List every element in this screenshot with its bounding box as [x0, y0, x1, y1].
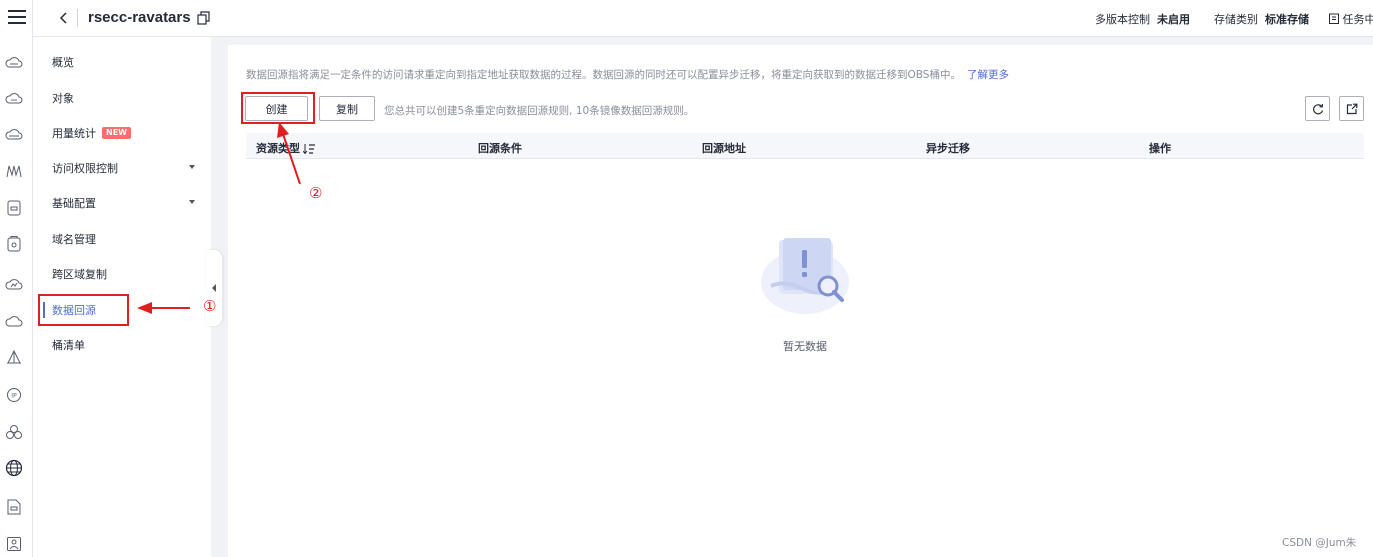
annotation-marker-2: ② [309, 184, 323, 202]
description-text: 数据回源指将满足一定条件的访问请求重定向到指定地址获取数据的过程。数据回源的同时… [246, 69, 961, 81]
sidebar-item-basic-config[interactable]: 基础配置 [33, 188, 211, 218]
top-header: rsecc-ravatars 多版本控制 未启用 存储类别 标准存储 任务中 [33, 0, 1373, 37]
tasks-label: 任务中 [1342, 13, 1373, 26]
tasks-link[interactable]: 任务中 [1329, 11, 1373, 27]
chevron-left-icon [212, 284, 216, 292]
clipboard-icon [1329, 13, 1339, 24]
sidebar-item-label: 桶清单 [52, 339, 85, 352]
sidebar-item-cross-region-replication[interactable]: 跨区域复制 [33, 259, 211, 289]
cloud-icon[interactable] [3, 273, 25, 295]
new-badge: NEW [102, 127, 131, 139]
cloud-icon[interactable] [3, 310, 25, 332]
sidebar-item-usage-stats[interactable]: 用量统计 NEW [33, 118, 211, 148]
sidebar-item-label: 概览 [52, 56, 74, 69]
refresh-icon [1312, 103, 1323, 114]
cluster-icon[interactable] [3, 421, 25, 443]
export-icon [1346, 103, 1357, 114]
annotation-highlight-create [241, 92, 315, 124]
column-header-resource-type[interactable]: 资源类型 [256, 140, 315, 156]
storage-class-label: 存储类别 [1214, 13, 1258, 26]
copy-button[interactable]: 复制 [319, 96, 375, 121]
globe-icon[interactable] [3, 457, 25, 479]
sidebar-item-label: 访问权限控制 [52, 162, 118, 175]
empty-state-illustration [761, 238, 849, 314]
chevron-left-icon [59, 12, 67, 24]
sidebar-item-objects[interactable]: 对象 [33, 83, 211, 113]
sidebar-item-label: 域名管理 [52, 233, 96, 246]
svg-text:IP: IP [11, 393, 17, 400]
global-nav-rail: IP [0, 0, 33, 557]
versioning-label: 多版本控制 [1095, 13, 1150, 26]
sort-icon[interactable] [303, 144, 315, 154]
tent-icon[interactable] [3, 347, 25, 369]
feature-description: 数据回源指将满足一定条件的访问请求重定向到指定地址获取数据的过程。数据回源的同时… [246, 67, 1009, 82]
annotation-marker-1: ① [203, 297, 217, 315]
annotation-highlight-back-to-source [38, 294, 129, 326]
back-button[interactable] [53, 8, 73, 28]
versioning-value: 未启用 [1157, 13, 1190, 26]
storage-class-status: 存储类别 标准存储 [1214, 11, 1309, 27]
column-header-actions: 操作 [1149, 142, 1171, 155]
empty-state-text: 暂无数据 [783, 340, 827, 353]
table-header: 资源类型 回源条件 回源地址 异步迁移 操作 [246, 133, 1364, 159]
copy-icon[interactable] [197, 11, 211, 25]
menu-icon[interactable] [0, 6, 33, 28]
document-icon[interactable] [3, 496, 25, 518]
sidebar-item-overview[interactable]: 概览 [33, 47, 211, 77]
export-button[interactable] [1339, 96, 1364, 121]
watermark: CSDN @Jum朱 [1282, 537, 1357, 549]
cloud-icon[interactable] [3, 123, 25, 145]
sidebar-item-label: 基础配置 [52, 197, 96, 210]
column-header-async-migration: 异步迁移 [926, 142, 970, 155]
chevron-down-icon [189, 200, 195, 204]
header-divider [77, 9, 78, 27]
network-icon[interactable] [3, 160, 25, 182]
sidebar-item-bucket-inventory[interactable]: 桶清单 [33, 330, 211, 360]
column-header-conditions: 回源条件 [478, 142, 522, 155]
ip-icon[interactable]: IP [3, 384, 25, 406]
chevron-down-icon [189, 165, 195, 169]
cloud-icon[interactable] [3, 51, 25, 73]
learn-more-link[interactable]: 了解更多 [967, 69, 1009, 81]
sidebar-item-access-control[interactable]: 访问权限控制 [33, 153, 211, 183]
cloud-icon[interactable] [3, 87, 25, 109]
rule-limit-note: 您总共可以创建5条重定向数据回源规则, 10条镜像数据回源规则。 [384, 105, 695, 117]
versioning-status: 多版本控制 未启用 [1095, 11, 1190, 27]
storage-icon[interactable] [3, 233, 25, 255]
id-badge-icon[interactable] [3, 533, 25, 555]
column-header-address: 回源地址 [702, 142, 746, 155]
sidebar-item-label: 用量统计 [52, 127, 96, 140]
refresh-button[interactable] [1305, 96, 1330, 121]
storage-icon[interactable] [3, 197, 25, 219]
sidebar-item-label: 跨区域复制 [52, 268, 107, 281]
storage-class-value: 标准存储 [1265, 13, 1309, 26]
sidebar-item-label: 对象 [52, 92, 74, 105]
bucket-name: rsecc-ravatars [88, 9, 191, 26]
column-header-label: 资源类型 [256, 142, 300, 155]
sidebar-item-domain-management[interactable]: 域名管理 [33, 224, 211, 254]
